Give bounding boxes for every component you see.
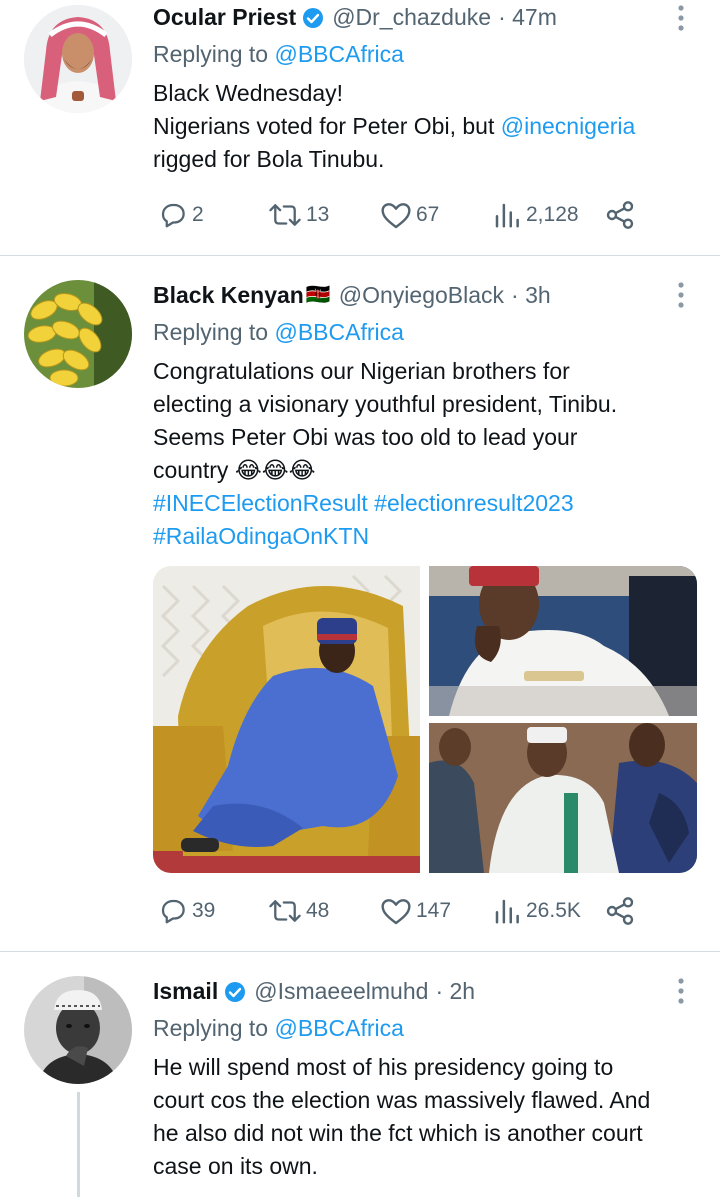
media-image-crowd[interactable] bbox=[429, 723, 697, 873]
reply-count: 2 bbox=[192, 203, 204, 226]
verified-icon bbox=[302, 6, 324, 28]
avatar-black-kenyan[interactable] bbox=[24, 280, 132, 388]
like-count: 147 bbox=[416, 899, 452, 922]
hashtag-link[interactable]: #RailaOdingaOnKTN bbox=[153, 523, 369, 549]
views-button[interactable]: 2,128 bbox=[492, 198, 579, 232]
retweet-icon bbox=[269, 900, 301, 922]
tweet-body: Black Wednesday! Nigerians voted for Pet… bbox=[153, 77, 696, 176]
media-image-seated[interactable] bbox=[429, 566, 697, 716]
like-button[interactable]: 147 bbox=[380, 894, 451, 928]
views-count: 26.5K bbox=[526, 899, 581, 922]
like-button[interactable]: 67 bbox=[380, 198, 439, 232]
tweet-time: · 3h bbox=[511, 282, 551, 308]
hashtag-link[interactable]: #electionresult2023 bbox=[374, 490, 573, 516]
tweet-line: case on its own. bbox=[153, 1153, 318, 1179]
more-icon[interactable] bbox=[676, 281, 686, 309]
verified-icon bbox=[224, 980, 246, 1002]
thread-line bbox=[77, 1092, 80, 1197]
replying-prefix: Replying to bbox=[153, 41, 275, 67]
tweet-line: He will spend most of his presidency goi… bbox=[153, 1054, 614, 1080]
tweet-line: he also did not win the fct which is ano… bbox=[153, 1120, 643, 1146]
author-handle[interactable]: @Dr_chazduke bbox=[332, 2, 491, 32]
avatar-ismail[interactable] bbox=[24, 976, 132, 1084]
replying-to: Replying to @BBCAfrica bbox=[153, 39, 696, 69]
reply-button[interactable]: 39 bbox=[158, 894, 215, 928]
kenya-flag-icon: 🇰🇪 bbox=[305, 284, 331, 306]
tweet-line: court cos the election was massively fla… bbox=[153, 1087, 651, 1113]
replying-to: Replying to @BBCAfrica bbox=[153, 1013, 696, 1043]
tweet-line: Nigerians voted for Peter Obi, but bbox=[153, 113, 501, 139]
tweet-media-grid[interactable] bbox=[153, 566, 697, 873]
tweet-2[interactable]: Black Kenyan 🇰🇪 @OnyiegoBlack · 3h Reply… bbox=[0, 256, 720, 951]
author-name[interactable]: Black Kenyan bbox=[153, 280, 304, 310]
tweet-1[interactable]: Ocular Priest @Dr_chazduke · 47m Replyin… bbox=[0, 0, 720, 255]
tweet-body: Congratulations our Nigerian brothers fo… bbox=[153, 355, 696, 553]
mention-link[interactable]: @inecnigeria bbox=[501, 113, 636, 139]
reply-icon bbox=[161, 203, 185, 228]
share-button[interactable] bbox=[604, 198, 636, 232]
replying-to-link[interactable]: @BBCAfrica bbox=[274, 319, 403, 345]
like-icon bbox=[381, 203, 411, 229]
retweet-icon bbox=[269, 204, 301, 226]
retweet-button[interactable]: 13 bbox=[268, 198, 329, 232]
views-icon bbox=[495, 899, 519, 924]
tweet-time: · 47m bbox=[498, 4, 557, 30]
retweet-count: 13 bbox=[306, 203, 330, 226]
tweet-time: · 2h bbox=[435, 978, 476, 1004]
author-name[interactable]: Ismail bbox=[153, 976, 218, 1006]
replying-to: Replying to @BBCAfrica bbox=[153, 317, 696, 347]
reply-button[interactable]: 2 bbox=[158, 198, 204, 232]
tweet-line: country 😂😂😂 bbox=[153, 457, 316, 483]
reply-icon bbox=[161, 899, 185, 924]
retweet-button[interactable]: 48 bbox=[268, 894, 329, 928]
more-icon[interactable] bbox=[676, 4, 686, 32]
tweet-line: Black Wednesday! bbox=[153, 80, 344, 106]
tweet-line: Seems Peter Obi was too old to lead your bbox=[153, 424, 578, 450]
author-name[interactable]: Ocular Priest bbox=[153, 2, 296, 32]
more-icon[interactable] bbox=[676, 977, 686, 1005]
retweet-count: 48 bbox=[306, 899, 330, 922]
tweet-3[interactable]: Ismail @Ismaeeelmuhd · 2h Replying to @B… bbox=[0, 952, 720, 1197]
share-icon bbox=[606, 201, 634, 229]
replying-prefix: Replying to bbox=[153, 319, 275, 345]
like-count: 67 bbox=[416, 203, 440, 226]
hashtag-link[interactable]: #INECElectionResult bbox=[153, 490, 368, 516]
share-icon bbox=[606, 897, 634, 925]
tweet-body: He will spend most of his presidency goi… bbox=[153, 1051, 696, 1183]
avatar-ocular-priest[interactable] bbox=[24, 5, 132, 113]
views-button[interactable]: 26.5K bbox=[492, 894, 581, 928]
like-icon bbox=[381, 899, 411, 925]
replying-to-link[interactable]: @BBCAfrica bbox=[274, 1015, 403, 1041]
reply-count: 39 bbox=[192, 899, 216, 922]
media-image-throne[interactable] bbox=[153, 566, 420, 873]
tweet-line: rigged for Bola Tinubu. bbox=[153, 146, 385, 172]
author-handle[interactable]: @OnyiegoBlack bbox=[339, 280, 504, 310]
share-button[interactable] bbox=[604, 894, 636, 928]
replying-prefix: Replying to bbox=[153, 1015, 275, 1041]
tweet-line: electing a visionary youthful president,… bbox=[153, 391, 618, 417]
author-handle[interactable]: @Ismaeeelmuhd bbox=[254, 976, 428, 1006]
views-icon bbox=[495, 203, 519, 228]
tweet-line: Congratulations our Nigerian brothers fo… bbox=[153, 358, 570, 384]
views-count: 2,128 bbox=[526, 203, 579, 226]
replying-to-link[interactable]: @BBCAfrica bbox=[274, 41, 403, 67]
